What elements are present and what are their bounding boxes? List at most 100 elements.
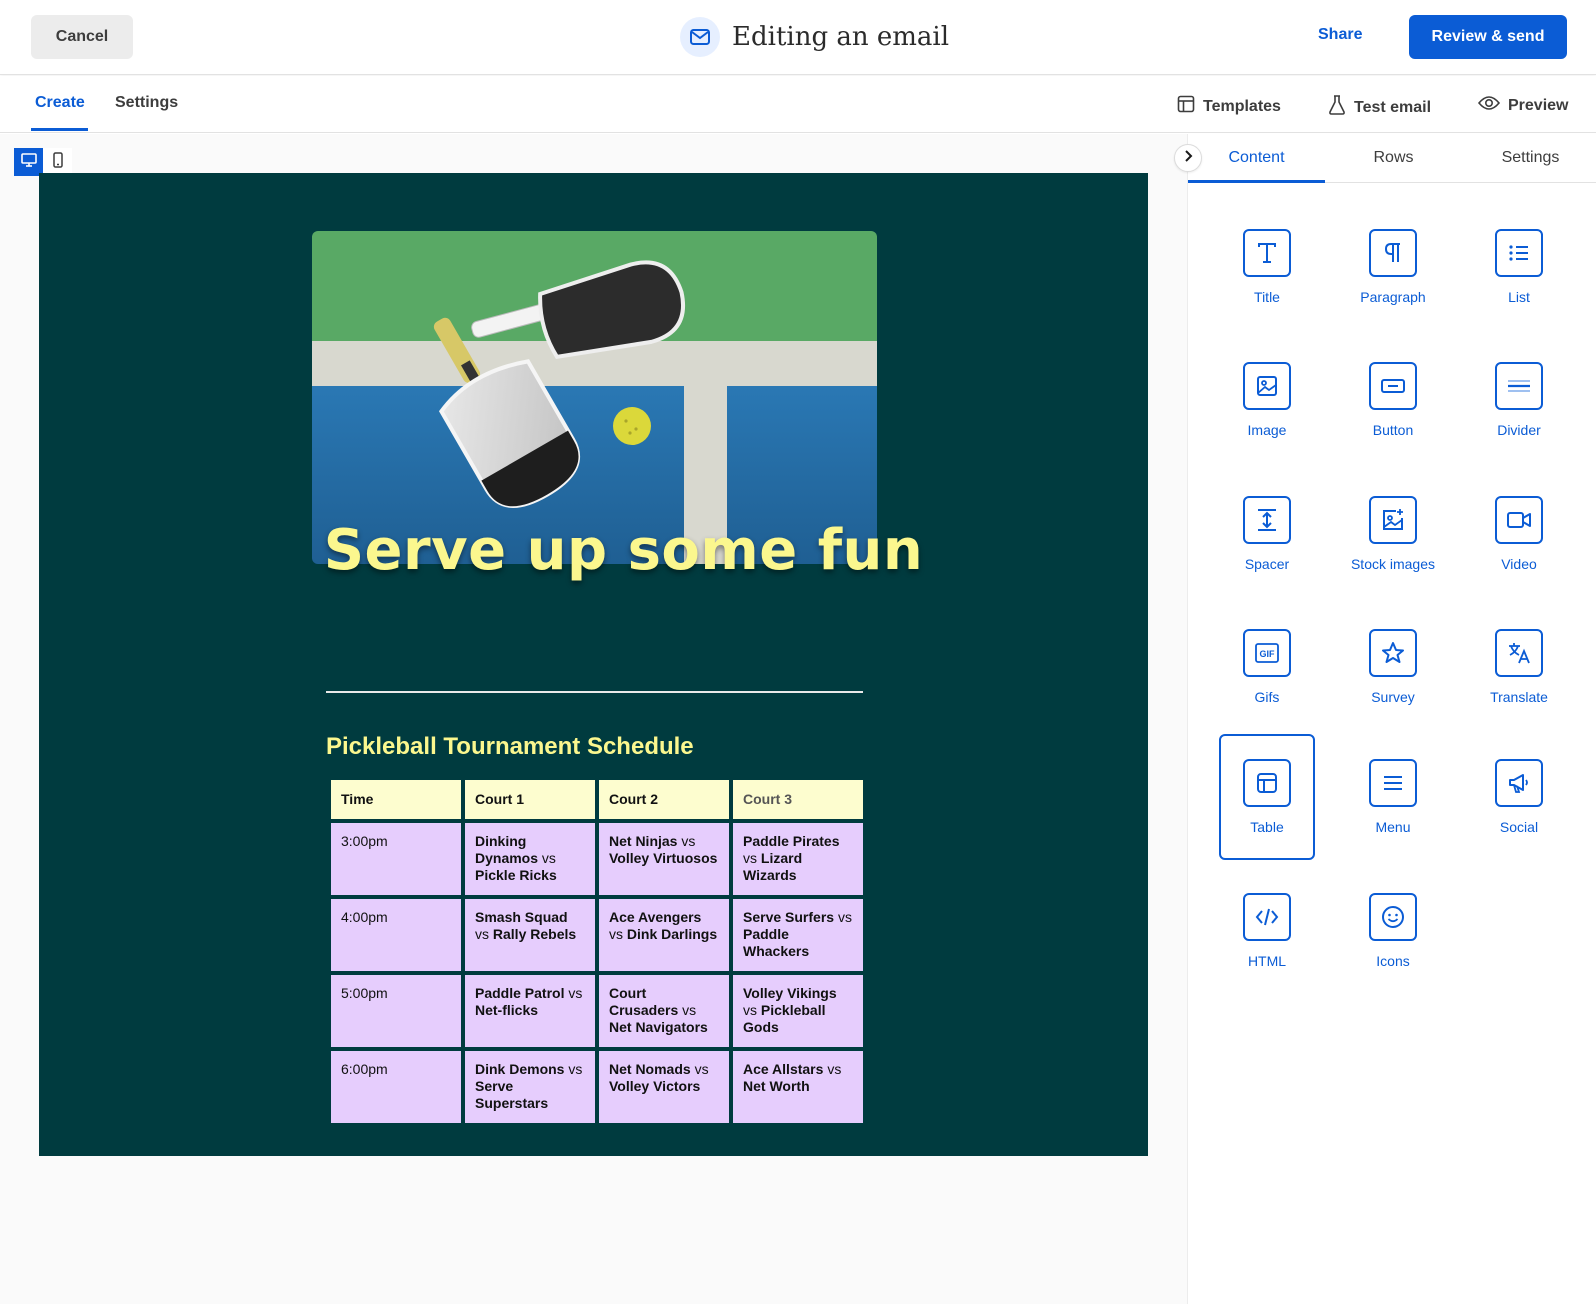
table-cell-match[interactable]: Court Crusaders vs Net Navigators [599, 975, 729, 1047]
mobile-icon [52, 151, 63, 173]
table-header-cell[interactable]: Court 2 [599, 780, 729, 819]
active-tab-indicator [31, 128, 88, 131]
block-html[interactable]: HTML [1219, 868, 1315, 994]
team-name: Court Crusaders [609, 985, 679, 1018]
preview-button[interactable]: Preview [1477, 95, 1569, 116]
table-cell-time[interactable]: 3:00pm [331, 823, 461, 895]
table-cell-match[interactable]: Net Nomads vs Volley Victors [599, 1051, 729, 1123]
block-button[interactable]: Button [1345, 337, 1441, 463]
table-cell-match[interactable]: Dink Demons vs Serve Superstars [465, 1051, 595, 1123]
button-icon [1369, 362, 1417, 410]
block-label: Title [1254, 289, 1280, 305]
block-divider[interactable]: Divider [1471, 337, 1567, 463]
block-paragraph[interactable]: Paragraph [1345, 204, 1441, 330]
top-bar: Cancel Editing an email Share Review & s… [0, 0, 1596, 75]
block-image[interactable]: Image [1219, 337, 1315, 463]
block-video[interactable]: Video [1471, 471, 1567, 597]
block-survey[interactable]: Survey [1345, 604, 1441, 730]
table-row: 5:00pm Paddle Patrol vs Net-flicks Court… [331, 975, 863, 1047]
vs-text: vs [681, 833, 696, 849]
team-name: Ace Avengers [609, 909, 702, 925]
page-title: Editing an email [732, 22, 950, 52]
templates-label: Templates [1203, 97, 1281, 115]
table-cell-time[interactable]: 4:00pm [331, 899, 461, 971]
panel-tab-settings[interactable]: Settings [1462, 149, 1596, 167]
chevron-right-icon [1183, 149, 1193, 167]
team-name: Net-flicks [475, 1002, 539, 1018]
desktop-icon [20, 152, 37, 172]
tab-settings[interactable]: Settings [115, 94, 178, 112]
email-headline[interactable]: Serve up some fun [39, 518, 1148, 583]
smiley-icon [1369, 893, 1417, 941]
table-row: 6:00pm Dink Demons vs Serve Superstars N… [331, 1051, 863, 1123]
schedule-table[interactable]: Time Court 1 Court 2 Court 3 3:00pm Dink… [327, 776, 867, 1127]
block-label: Social [1499, 819, 1539, 835]
test-email-button[interactable]: Test email [1328, 95, 1431, 120]
table-row: 3:00pm Dinking Dynamos vs Pickle Ricks N… [331, 823, 863, 895]
menu-icon [1369, 759, 1417, 807]
content-panel: Content Rows Settings Title Paragraph Li… [1174, 134, 1596, 1304]
table-header-cell[interactable]: Court 3 [733, 780, 863, 819]
editor-toolbar: Create Settings Templates Test email Pre… [0, 76, 1596, 133]
table-cell-match[interactable]: Net Ninjas vs Volley Virtuosos [599, 823, 729, 895]
block-social[interactable]: Social [1471, 734, 1567, 860]
team-name: Volley Victors [609, 1078, 701, 1094]
hero-image[interactable] [312, 231, 877, 564]
panel-tab-content[interactable]: Content [1188, 149, 1325, 167]
block-title[interactable]: Title [1219, 204, 1315, 330]
tab-create[interactable]: Create [35, 94, 85, 112]
block-translate[interactable]: Translate [1471, 604, 1567, 730]
table-cell-time[interactable]: 6:00pm [331, 1051, 461, 1123]
block-stock-images[interactable]: Stock images [1345, 471, 1441, 597]
table-cell-match[interactable]: Paddle Pirates vs Lizard Wizards [733, 823, 863, 895]
desktop-view-button[interactable] [14, 148, 43, 176]
block-label: Button [1372, 422, 1414, 438]
mail-icon [680, 17, 720, 57]
vs-text: vs [541, 850, 556, 866]
panel-tab-rows[interactable]: Rows [1325, 149, 1462, 167]
block-list[interactable]: List [1471, 204, 1567, 330]
review-send-button[interactable]: Review & send [1409, 15, 1567, 59]
table-header-cell[interactable]: Court 1 [465, 780, 595, 819]
templates-button[interactable]: Templates [1177, 95, 1281, 118]
table-cell-match[interactable]: Volley Vikings vs Pickleball Gods [733, 975, 863, 1047]
block-menu[interactable]: Menu [1345, 734, 1441, 860]
table-cell-match[interactable]: Serve Surfers vs Paddle Whackers [733, 899, 863, 971]
team-name: Pickle Ricks [475, 867, 557, 883]
panel-tabs: Content Rows Settings [1188, 134, 1596, 183]
block-label: Table [1250, 819, 1284, 835]
collapse-panel-button[interactable] [1174, 144, 1202, 172]
email-body[interactable]: Serve up some fun Pickleball Tournament … [39, 173, 1148, 1156]
team-name: Paddle Whackers [743, 926, 810, 959]
team-name: Dink Demons [475, 1061, 565, 1077]
block-table[interactable]: Table [1219, 734, 1315, 860]
star-icon [1369, 629, 1417, 677]
share-button[interactable]: Share [1318, 26, 1362, 44]
table-cell-match[interactable]: Smash Squad vs Rally Rebels [465, 899, 595, 971]
team-name: Serve Superstars [475, 1078, 549, 1111]
table-cell-match[interactable]: Dinking Dynamos vs Pickle Ricks [465, 823, 595, 895]
video-icon [1495, 496, 1543, 544]
team-name: Serve Surfers [743, 909, 835, 925]
spacer-icon [1243, 496, 1291, 544]
block-spacer[interactable]: Spacer [1219, 471, 1315, 597]
table-cell-match[interactable]: Ace Allstars vs Net Worth [733, 1051, 863, 1123]
table-cell-time[interactable]: 5:00pm [331, 975, 461, 1047]
mobile-view-button[interactable] [43, 148, 72, 176]
table-cell-match[interactable]: Paddle Patrol vs Net-flicks [465, 975, 595, 1047]
block-gifs[interactable]: GIF Gifs [1219, 604, 1315, 730]
schedule-heading[interactable]: Pickleball Tournament Schedule [326, 733, 694, 761]
table-header-cell[interactable]: Time [331, 780, 461, 819]
team-name: Net Worth [743, 1078, 810, 1094]
cancel-button[interactable]: Cancel [31, 15, 133, 59]
team-name: Volley Virtuosos [609, 850, 718, 866]
table-cell-match[interactable]: Ace Avengers vs Dink Darlings [599, 899, 729, 971]
image-icon [1243, 362, 1291, 410]
table-row: 4:00pm Smash Squad vs Rally Rebels Ace A… [331, 899, 863, 971]
translate-icon [1495, 629, 1543, 677]
preview-label: Preview [1508, 96, 1569, 114]
email-divider[interactable] [326, 691, 863, 693]
block-icons[interactable]: Icons [1345, 868, 1441, 994]
gif-icon: GIF [1243, 629, 1291, 677]
block-label: Image [1247, 422, 1287, 438]
